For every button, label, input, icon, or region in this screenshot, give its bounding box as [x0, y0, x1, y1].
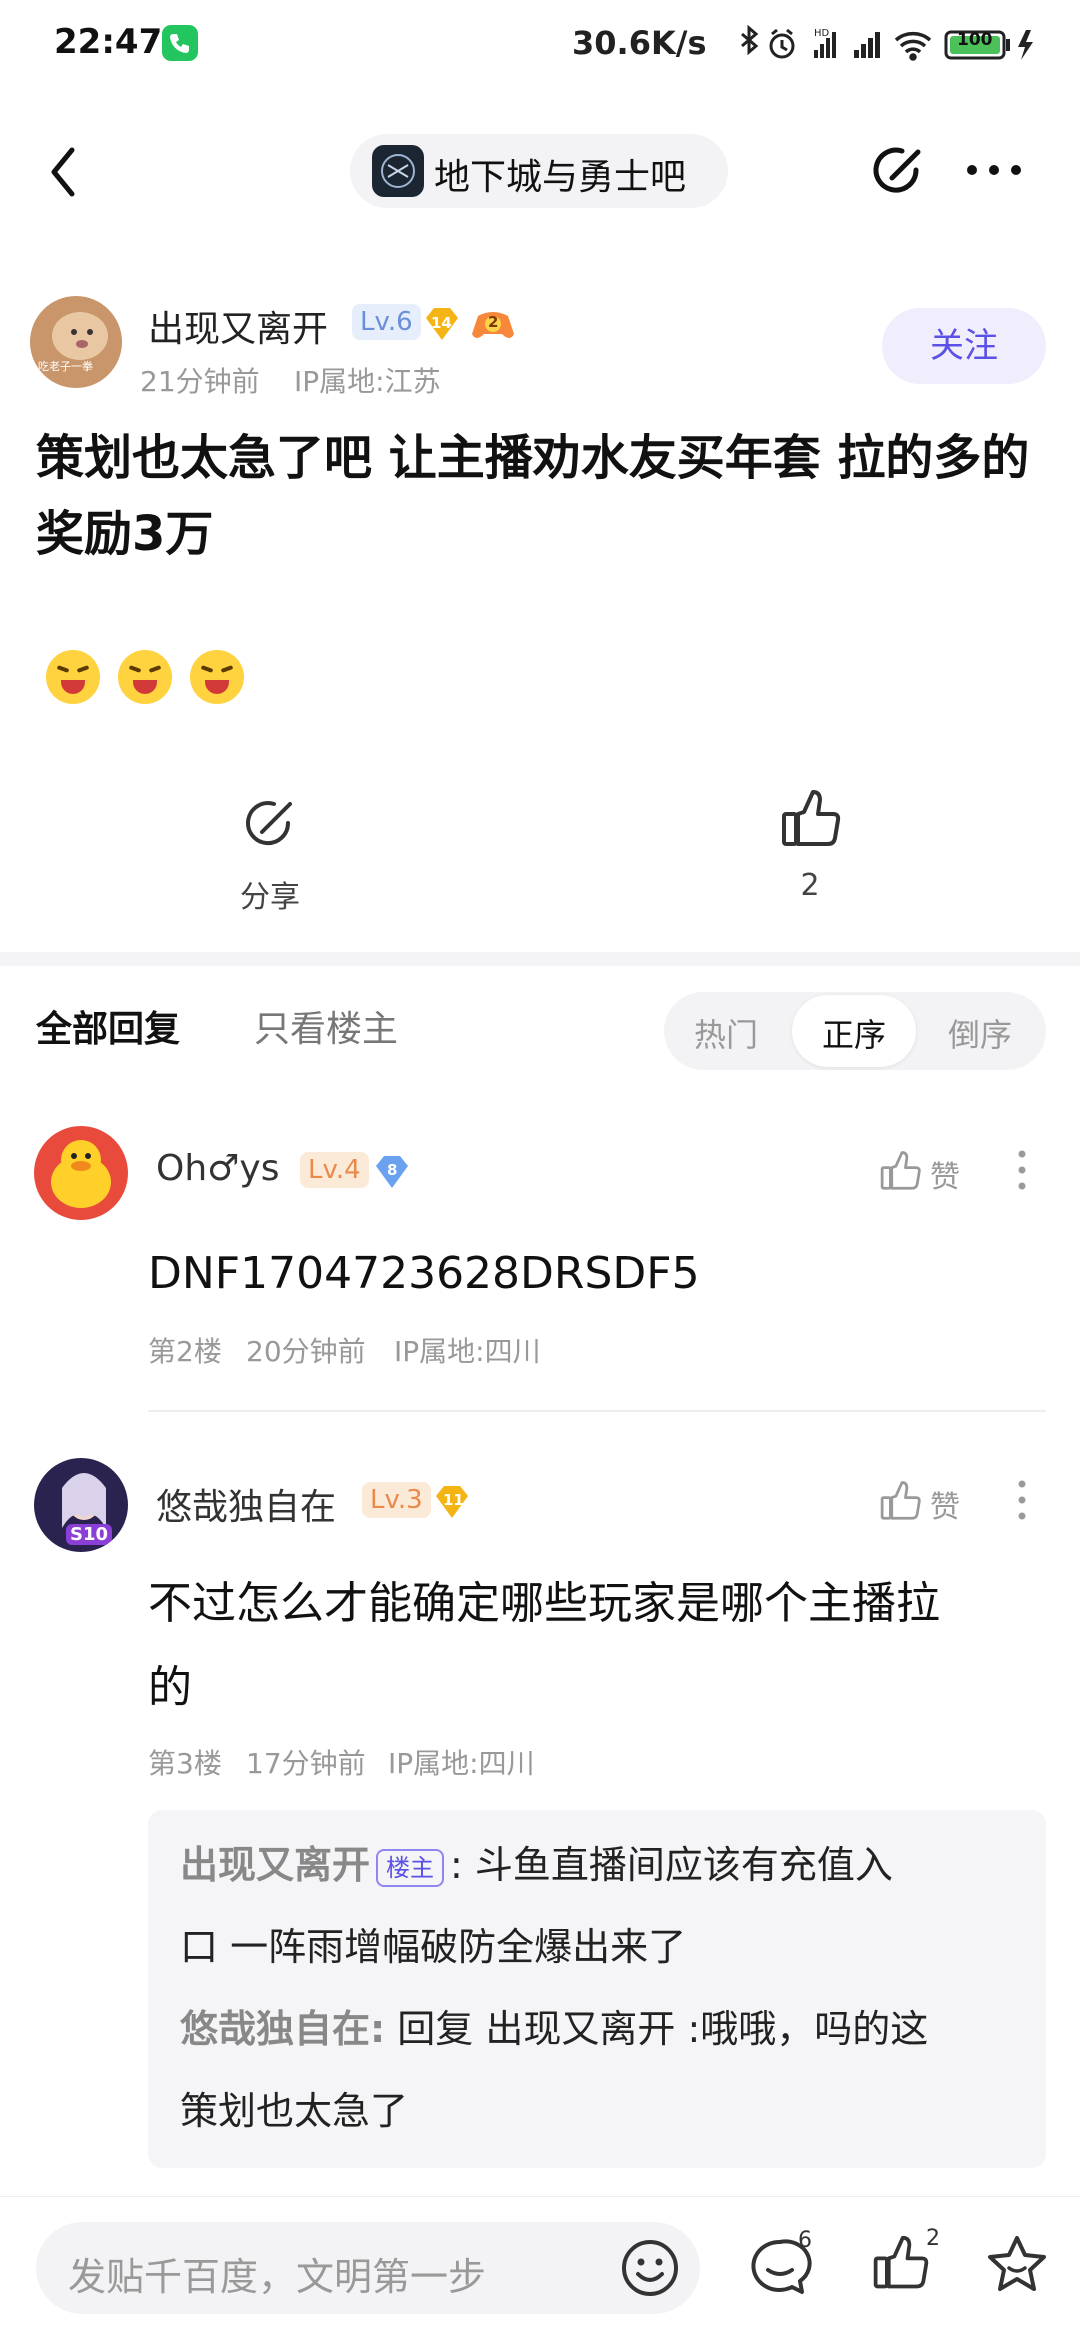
- reply-time: 17分钟前: [246, 1747, 366, 1780]
- bottom-like-count: 2: [926, 2226, 940, 2251]
- back-icon: [51, 147, 75, 197]
- network-speed: 30.6K/s: [572, 24, 707, 62]
- reply-more-button[interactable]: [1018, 1150, 1026, 1190]
- bottom-like-button[interactable]: [870, 2232, 930, 2294]
- post-time: 21分钟前: [140, 365, 260, 398]
- alarm-icon: [769, 28, 795, 59]
- reply-floor: 第2楼: [148, 1335, 222, 1368]
- more-icon: [967, 165, 1021, 175]
- reply-content: DNF1704723628DRSDF5: [148, 1248, 700, 1299]
- reply-level: Lv.4: [300, 1152, 369, 1188]
- sub-reply-text: : 斗鱼直播间应该有充值入: [450, 1843, 893, 1887]
- section-divider: [0, 952, 1080, 966]
- reply-level: Lv.3: [362, 1482, 431, 1518]
- author-name[interactable]: 出现又离开: [148, 300, 328, 352]
- post-ip: IP属地:江苏: [294, 365, 441, 398]
- charging-icon: [1018, 30, 1033, 60]
- thumbs-up-icon: [873, 2235, 929, 2289]
- sub-reply-continued: 策划也太急了: [180, 2089, 409, 2133]
- emoji-laugh-icon: [190, 650, 244, 704]
- sort-desc[interactable]: 倒序: [948, 1010, 1012, 1056]
- like-button[interactable]: [778, 786, 842, 852]
- sub-reply-continued: 口 一阵雨增幅破防全爆出来了: [180, 1925, 687, 1969]
- reply-badge-number: 11: [443, 1491, 464, 1509]
- thumbs-up-icon: [782, 790, 841, 846]
- sub-reply: 悠哉独自在: 回复 出现又离开 :哦哦，吗的这: [180, 1988, 1020, 2070]
- signal-hd-icon: HD: [814, 28, 836, 58]
- reply-author-name[interactable]: Oh♂ys: [156, 1148, 280, 1189]
- favorite-button[interactable]: [986, 2234, 1048, 2294]
- diamond-badge-icon: 11: [432, 1482, 472, 1522]
- owner-badge: 楼主: [376, 1848, 445, 1887]
- status-time: 22:47: [54, 22, 163, 62]
- reply-time: 20分钟前: [246, 1335, 366, 1368]
- emoji-laugh-icon: [46, 650, 100, 704]
- reply-like-label[interactable]: 赞: [930, 1482, 960, 1526]
- status-icons: HD: [736, 24, 1056, 64]
- more-button[interactable]: [964, 160, 1024, 180]
- forum-logo: [372, 145, 424, 197]
- author-level: Lv.6: [352, 304, 421, 340]
- tab-all-replies[interactable]: 全部回复: [36, 1000, 180, 1052]
- star-icon: [988, 2236, 1046, 2291]
- reply-floor: 第3楼: [148, 1747, 222, 1780]
- avatar-text: 吃老子一拳: [38, 360, 93, 373]
- reply-avatar[interactable]: S10: [34, 1458, 128, 1552]
- battery-level: 100: [957, 30, 993, 50]
- forum-name[interactable]: 地下城与勇士吧: [434, 148, 686, 200]
- reply-content-line1: 不过怎么才能确定哪些玩家是哪个主播拉: [148, 1578, 940, 1629]
- phone-app-icon: [162, 25, 198, 61]
- share-button[interactable]: [238, 792, 300, 854]
- share-edit-icon: [873, 147, 921, 193]
- share-icon: [246, 801, 292, 846]
- reply-content-line2: 的: [148, 1662, 192, 1713]
- sub-reply: 出现又离开 楼主: 斗鱼直播间应该有充值入: [180, 1824, 1020, 1906]
- badge-number: 14: [431, 314, 452, 332]
- svg-text:HD: HD: [814, 28, 830, 39]
- share-label: 分享: [240, 880, 300, 915]
- reply-input-placeholder[interactable]: 发贴千百度，文明第一步: [68, 2246, 486, 2301]
- more-vertical-icon: [1018, 1480, 1026, 1520]
- reply-like-label[interactable]: 赞: [930, 1152, 960, 1196]
- thumbs-up-icon: [880, 1151, 921, 1190]
- thumbs-up-icon: [880, 1481, 921, 1520]
- back-button[interactable]: [44, 140, 84, 204]
- blue-diamond-badge-icon: 8: [372, 1152, 412, 1192]
- badge2-number: 2: [488, 313, 499, 331]
- more-vertical-icon: [1018, 1150, 1026, 1190]
- follow-button[interactable]: 关注: [882, 308, 1046, 384]
- emoji-laugh-icon: [118, 650, 172, 704]
- avatar-tag: S10: [66, 1524, 113, 1545]
- sub-reply-author[interactable]: 悠哉独自在:: [180, 2007, 385, 2051]
- reply-ip: IP属地:四川: [394, 1335, 541, 1368]
- diamond-badge-icon: 14: [422, 304, 462, 344]
- reply-badge-number: 8: [387, 1161, 398, 1179]
- reply-divider: [148, 1410, 1046, 1412]
- reply-like-button[interactable]: [878, 1148, 922, 1194]
- reply-like-button[interactable]: [878, 1478, 922, 1524]
- author-avatar[interactable]: 吃老子一拳: [30, 296, 122, 388]
- sort-hot[interactable]: 热门: [694, 1010, 758, 1056]
- comment-count: 6: [798, 2228, 812, 2253]
- wifi-icon: [894, 32, 932, 61]
- gamepad-badge-icon: 2: [470, 304, 516, 344]
- reply-more-button[interactable]: [1018, 1480, 1026, 1520]
- sub-reply-author[interactable]: 出现又离开: [180, 1843, 370, 1887]
- emoji-button[interactable]: [620, 2238, 680, 2298]
- like-count: 2: [800, 868, 820, 903]
- post-title: 策划也太急了吧 让主播劝水友买年套 拉的多的奖励3万: [36, 430, 1030, 562]
- tab-owner-only[interactable]: 只看楼主: [254, 1000, 398, 1052]
- reply-author-name[interactable]: 悠哉独自在: [156, 1478, 336, 1530]
- sub-reply-text: 回复 出现又离开 :哦哦，吗的这: [385, 2007, 929, 2051]
- bluetooth-icon: [741, 24, 759, 56]
- sort-asc[interactable]: 正序: [822, 1010, 886, 1056]
- emoji-icon: [622, 2240, 678, 2296]
- share-edit-button[interactable]: [868, 140, 928, 200]
- reply-avatar[interactable]: [34, 1126, 128, 1220]
- reply-ip: IP属地:四川: [388, 1747, 535, 1780]
- signal-icon: [854, 32, 880, 58]
